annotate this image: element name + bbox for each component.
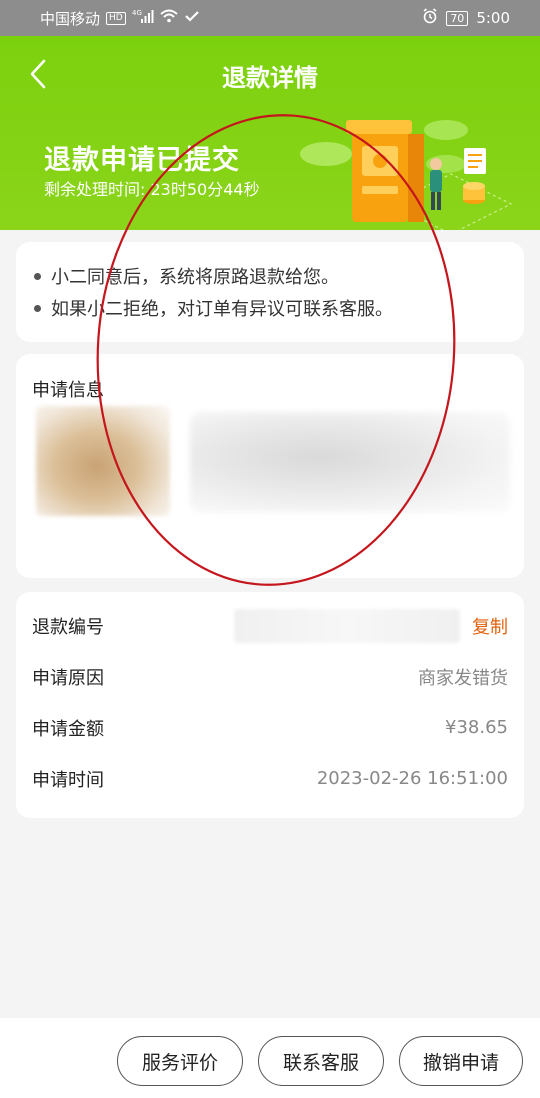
page-title: 退款详情 [222, 64, 318, 92]
remaining-value: 23时50分44秒 [150, 180, 260, 199]
refund-number-label: 退款编号 [32, 616, 104, 638]
status-bar: 中国移动 HD 4G 70 5:00 [0, 0, 540, 36]
apply-info-card[interactable]: 申请信息 [16, 354, 524, 578]
refund-number-redacted [234, 608, 460, 643]
refund-header: 退款详情 退款申请已提交 剩余处理时间: 23时50分44秒 [0, 36, 540, 230]
bullet-dot [34, 304, 41, 312]
apply-info-title: 申请信息 [32, 380, 104, 401]
copy-button[interactable]: 复制 [472, 613, 508, 639]
time-value: 2023-02-26 16:51:00 [316, 768, 508, 789]
alarm-icon [422, 8, 438, 28]
bottom-action-bar: 服务评价 联系客服 撤销申请 [0, 1018, 540, 1098]
product-thumbnail[interactable] [36, 406, 170, 516]
signal-icon: 4G [132, 9, 154, 27]
reason-value: 商家发错货 [418, 667, 508, 689]
refund-illustration [300, 120, 513, 230]
clock-time: 5:00 [476, 9, 510, 27]
cancel-request-button[interactable]: 撤销申请 [399, 1036, 523, 1086]
notice-item: 小二同意后，系统将原路退款给您。 [34, 260, 506, 292]
notice-card: 小二同意后，系统将原路退款给您。 如果小二拒绝，对订单有异议可联系客服。 [16, 242, 524, 342]
network-type: 4G [132, 9, 142, 17]
hd-badge: HD [106, 11, 126, 25]
amount-value: ¥38.65 [445, 717, 508, 738]
refund-details-card: 退款编号 复制 申请原因 商家发错货 申请金额 ¥38.65 申请时间 2023… [16, 592, 524, 818]
notice-text: 小二同意后，系统将原路退款给您。 [51, 267, 339, 288]
time-row: 申请时间 2023-02-26 16:51:00 [16, 753, 524, 804]
data-saver-icon [184, 9, 200, 27]
wifi-icon [160, 9, 178, 27]
reason-row: 申请原因 商家发错货 [16, 651, 524, 702]
remaining-label: 剩余处理时间: [44, 180, 146, 199]
battery-icon: 70 [446, 10, 469, 26]
bullet-dot [34, 272, 41, 280]
notice-text: 如果小二拒绝，对订单有异议可联系客服。 [51, 299, 393, 320]
contact-support-button[interactable]: 联系客服 [258, 1036, 384, 1086]
amount-label: 申请金额 [32, 718, 104, 740]
refund-status-title: 退款申请已提交 [44, 145, 240, 176]
service-review-button[interactable]: 服务评价 [117, 1036, 243, 1086]
product-description-redacted [190, 412, 510, 512]
time-label: 申请时间 [32, 769, 104, 791]
carrier-label: 中国移动 [40, 9, 101, 28]
reason-label: 申请原因 [32, 667, 104, 689]
amount-row: 申请金额 ¥38.65 [16, 702, 524, 753]
refund-number-row: 退款编号 复制 [16, 600, 524, 651]
remaining-time: 剩余处理时间: 23时50分44秒 [44, 176, 260, 200]
notice-item: 如果小二拒绝，对订单有异议可联系客服。 [34, 292, 506, 324]
